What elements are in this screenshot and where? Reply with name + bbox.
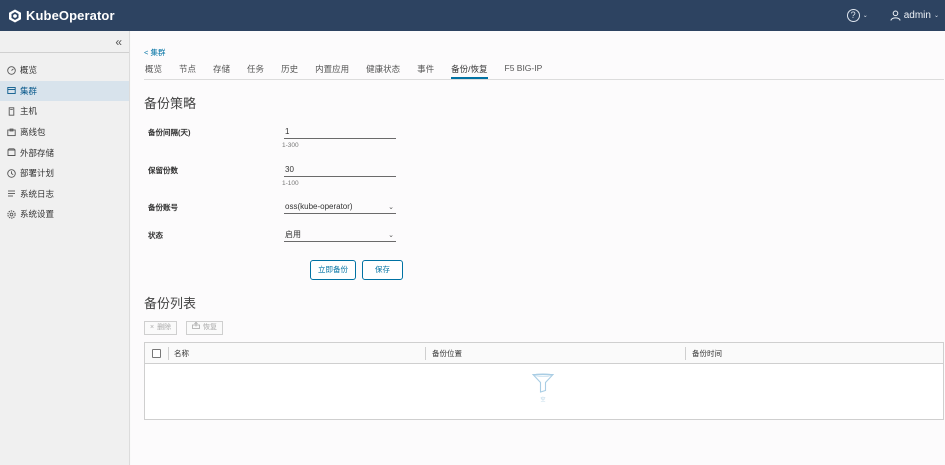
tab-builtin-apps[interactable]: 内置应用 <box>315 63 349 80</box>
sidebar-item-label: 系统日志 <box>20 188 55 199</box>
help-icon: ? <box>846 9 860 22</box>
backup-policy-title: 备份策略 <box>144 96 197 111</box>
user-icon <box>890 10 901 21</box>
retain-count-help: 1-100 <box>282 180 299 187</box>
tab-nodes[interactable]: 节点 <box>179 63 196 80</box>
cluster-icon <box>6 86 16 96</box>
tab-backup-restore[interactable]: 备份/恢复 <box>451 63 488 80</box>
backup-account-label: 备份账号 <box>148 203 178 212</box>
column-backup-location[interactable]: 备份位置 <box>432 343 462 364</box>
delete-label: 删除 <box>157 324 172 331</box>
restore-label: 恢复 <box>203 324 217 331</box>
backup-table: 名称 备份位置 备份时间 空 <box>144 342 944 420</box>
sidebar-item-system-settings[interactable]: 系统设置 <box>0 204 129 225</box>
kubeoperator-logo-icon <box>9 9 21 22</box>
username: admin <box>903 10 931 21</box>
host-icon <box>6 106 16 116</box>
dashboard-icon <box>6 65 16 75</box>
tab-tasks[interactable]: 任务 <box>247 63 264 80</box>
sidebar-item-deploy-plan[interactable]: 部署计划 <box>0 163 129 184</box>
column-divider <box>168 347 169 360</box>
empty-text: 空 <box>540 397 546 403</box>
back-to-cluster-link[interactable]: < 集群 <box>144 47 165 58</box>
restore-icon <box>192 321 200 334</box>
sidebar-item-label: 外部存储 <box>20 147 55 158</box>
status-select[interactable]: 启用 ⌄ <box>284 228 396 242</box>
select-all-checkbox[interactable] <box>152 349 161 358</box>
column-divider <box>425 347 426 360</box>
chevron-down-icon: ⌄ <box>388 232 394 239</box>
status-label: 状态 <box>148 231 163 240</box>
sidebar-item-label: 主机 <box>20 106 38 117</box>
sidebar-item-system-log[interactable]: 系统日志 <box>0 184 129 205</box>
column-backup-time[interactable]: 备份时间 <box>692 343 722 364</box>
app-name: KubeOperator <box>26 8 115 23</box>
collapse-sidebar-button[interactable]: « <box>115 35 122 49</box>
tabs-divider <box>144 79 944 80</box>
backup-now-button[interactable]: 立即备份 <box>310 260 356 280</box>
log-icon <box>6 189 16 199</box>
backup-interval-input[interactable]: 1 <box>284 125 396 139</box>
sidebar-divider <box>0 52 129 53</box>
user-caret: ⌄ <box>933 13 939 19</box>
sidebar-item-label: 概览 <box>20 65 38 76</box>
help-caret: ⌄ <box>862 13 868 19</box>
filter-funnel-icon <box>531 373 555 393</box>
backup-account-value: oss(kube-operator) <box>285 202 353 211</box>
sidebar-item-host[interactable]: 主机 <box>0 101 129 122</box>
table-header: 名称 备份位置 备份时间 <box>145 343 943 364</box>
backup-interval-label: 备份间隔(天) <box>148 128 191 137</box>
settings-icon <box>6 209 16 219</box>
backup-list-title: 备份列表 <box>144 296 197 311</box>
cluster-tabs: 概览 节点 存储 任务 历史 内置应用 健康状态 事件 备份/恢复 F5 BIG… <box>145 63 559 80</box>
sidebar-item-label: 部署计划 <box>20 168 55 179</box>
sidebar-item-label: 系统设置 <box>20 209 55 220</box>
top-header: KubeOperator ? ⌄ admin ⌄ <box>0 0 945 31</box>
tab-health[interactable]: 健康状态 <box>366 63 400 80</box>
sidebar-item-overview[interactable]: 概览 <box>0 60 129 81</box>
sidebar-nav: 概览 集群 主机 离线包 外部存储 部署计划 系统日志 系统设置 <box>0 60 129 225</box>
plan-icon <box>6 168 16 178</box>
sidebar-item-cluster[interactable]: 集群 <box>0 80 129 102</box>
sidebar-item-storage[interactable]: 外部存储 <box>0 142 129 163</box>
tab-events[interactable]: 事件 <box>417 63 434 80</box>
retain-count-input[interactable]: 30 <box>284 163 396 177</box>
column-name[interactable]: 名称 <box>174 343 189 364</box>
chevron-down-icon: ⌄ <box>388 204 394 211</box>
user-menu[interactable]: admin ⌄ <box>890 10 939 21</box>
app-logo[interactable]: KubeOperator <box>8 8 115 23</box>
restore-button[interactable]: 恢复 <box>186 321 223 335</box>
package-icon <box>6 127 16 137</box>
storage-icon <box>6 148 16 158</box>
empty-state: 空 <box>531 373 555 403</box>
tab-history[interactable]: 历史 <box>281 63 298 80</box>
tab-storage[interactable]: 存储 <box>213 63 230 80</box>
help-menu[interactable]: ? ⌄ <box>846 9 868 22</box>
status-value: 启用 <box>285 230 301 239</box>
backup-account-select[interactable]: oss(kube-operator) ⌄ <box>284 200 396 214</box>
delete-button[interactable]: × 删除 <box>144 321 178 335</box>
tab-overview[interactable]: 概览 <box>145 63 162 80</box>
sidebar-item-package[interactable]: 离线包 <box>0 122 129 143</box>
sidebar: « 概览 集群 主机 离线包 外部存储 部署计划 系统日志 系统设置 <box>0 31 130 465</box>
sidebar-item-label: 离线包 <box>20 127 46 138</box>
column-divider <box>685 347 686 360</box>
retain-count-label: 保留份数 <box>148 166 178 175</box>
main-content: < 集群 概览 节点 存储 任务 历史 内置应用 健康状态 事件 备份/恢复 F… <box>131 31 945 465</box>
backup-interval-help: 1-300 <box>282 142 299 149</box>
close-icon: × <box>150 324 155 331</box>
save-button[interactable]: 保存 <box>362 260 403 280</box>
sidebar-item-label: 集群 <box>20 85 38 96</box>
tab-f5-bigip[interactable]: F5 BIG-IP <box>505 63 543 80</box>
